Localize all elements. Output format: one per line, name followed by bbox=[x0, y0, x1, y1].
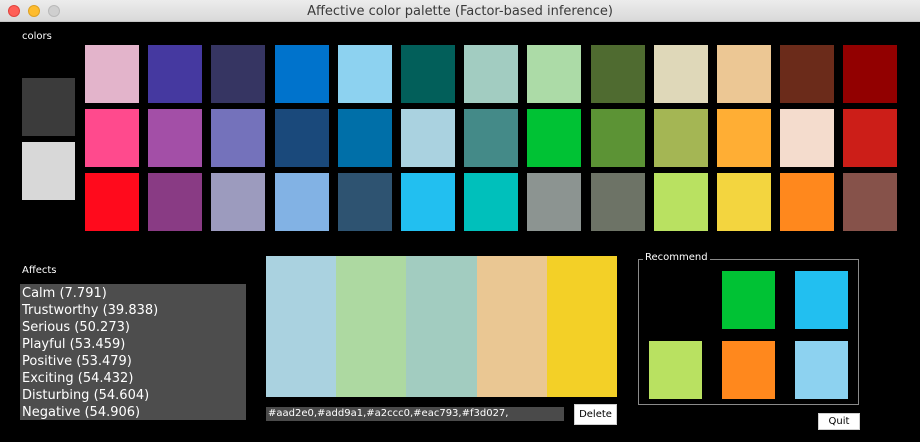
color-swatch[interactable] bbox=[527, 109, 581, 167]
color-swatch[interactable] bbox=[85, 173, 139, 231]
color-swatch[interactable] bbox=[654, 173, 708, 231]
colors-label: colors bbox=[22, 31, 52, 42]
color-swatch[interactable] bbox=[211, 109, 265, 167]
color-swatch[interactable] bbox=[401, 45, 455, 103]
color-swatch[interactable] bbox=[275, 109, 329, 167]
color-swatch[interactable] bbox=[211, 173, 265, 231]
color-swatch[interactable] bbox=[654, 109, 708, 167]
color-swatch[interactable] bbox=[464, 109, 518, 167]
palette-preview bbox=[266, 256, 618, 397]
palette-color[interactable] bbox=[266, 256, 337, 397]
color-swatch[interactable] bbox=[527, 45, 581, 103]
recommend-swatch[interactable] bbox=[795, 271, 848, 329]
palette-color[interactable] bbox=[546, 256, 618, 397]
color-swatch[interactable] bbox=[148, 109, 202, 167]
color-swatch[interactable] bbox=[338, 109, 392, 167]
palette-hex-field[interactable]: #aad2e0,#add9a1,#a2ccc0,#eac793,#f3d027, bbox=[266, 407, 564, 421]
color-swatch[interactable] bbox=[464, 173, 518, 231]
color-swatch[interactable] bbox=[654, 45, 708, 103]
affect-item[interactable]: Exciting (54.432) bbox=[20, 370, 246, 387]
palette-color[interactable] bbox=[406, 256, 477, 397]
color-swatch[interactable] bbox=[843, 173, 897, 231]
color-swatch[interactable] bbox=[591, 45, 645, 103]
selected-color-preview-dark bbox=[22, 78, 75, 136]
affects-label: Affects bbox=[22, 265, 57, 276]
color-swatch[interactable] bbox=[401, 109, 455, 167]
color-swatch[interactable] bbox=[464, 45, 518, 103]
color-swatch[interactable] bbox=[338, 45, 392, 103]
color-swatch[interactable] bbox=[148, 173, 202, 231]
color-swatch[interactable] bbox=[843, 109, 897, 167]
color-swatch[interactable] bbox=[527, 173, 581, 231]
app-window: Affective color palette (Factor-based in… bbox=[0, 0, 920, 442]
color-swatch[interactable] bbox=[275, 173, 329, 231]
recommend-swatch[interactable] bbox=[722, 271, 775, 329]
affects-list[interactable]: Calm (7.791) Trustworthy (39.838) Seriou… bbox=[20, 284, 246, 420]
color-swatch[interactable] bbox=[211, 45, 265, 103]
palette-color[interactable] bbox=[476, 256, 547, 397]
affect-item[interactable]: Playful (53.459) bbox=[20, 336, 246, 353]
window-title: Affective color palette (Factor-based in… bbox=[307, 4, 613, 19]
color-swatch[interactable] bbox=[780, 173, 834, 231]
color-swatch[interactable] bbox=[85, 45, 139, 103]
recommend-label: Recommend bbox=[643, 252, 710, 263]
color-swatch[interactable] bbox=[275, 45, 329, 103]
recommend-swatch[interactable] bbox=[649, 341, 702, 399]
affect-item[interactable]: Disturbing (54.604) bbox=[20, 387, 246, 404]
recommend-swatch[interactable] bbox=[722, 341, 775, 399]
color-swatch[interactable] bbox=[591, 173, 645, 231]
color-swatch[interactable] bbox=[591, 109, 645, 167]
color-swatch[interactable] bbox=[780, 109, 834, 167]
affect-item[interactable]: Trustworthy (39.838) bbox=[20, 302, 246, 319]
main-content: colors Affects Calm (7.791) Trustworthy … bbox=[0, 22, 920, 442]
affect-item[interactable]: Positive (53.479) bbox=[20, 353, 246, 370]
color-swatch[interactable] bbox=[338, 173, 392, 231]
recommend-swatch[interactable] bbox=[795, 341, 848, 399]
color-swatch[interactable] bbox=[843, 45, 897, 103]
color-swatch[interactable] bbox=[717, 109, 771, 167]
color-swatch[interactable] bbox=[717, 45, 771, 103]
color-swatch[interactable] bbox=[401, 173, 455, 231]
palette-color[interactable] bbox=[336, 256, 407, 397]
affect-item[interactable]: Serious (50.273) bbox=[20, 319, 246, 336]
color-swatch[interactable] bbox=[85, 109, 139, 167]
color-swatch[interactable] bbox=[780, 45, 834, 103]
selected-color-preview-light bbox=[22, 142, 75, 200]
affect-item[interactable]: Negative (54.906) bbox=[20, 404, 246, 421]
affect-item[interactable]: Calm (7.791) bbox=[20, 285, 246, 302]
quit-button[interactable]: Quit bbox=[818, 413, 860, 430]
color-swatch[interactable] bbox=[717, 173, 771, 231]
color-swatch[interactable] bbox=[148, 45, 202, 103]
title-bar[interactable]: Affective color palette (Factor-based in… bbox=[0, 0, 920, 22]
delete-button[interactable]: Delete bbox=[574, 404, 617, 425]
